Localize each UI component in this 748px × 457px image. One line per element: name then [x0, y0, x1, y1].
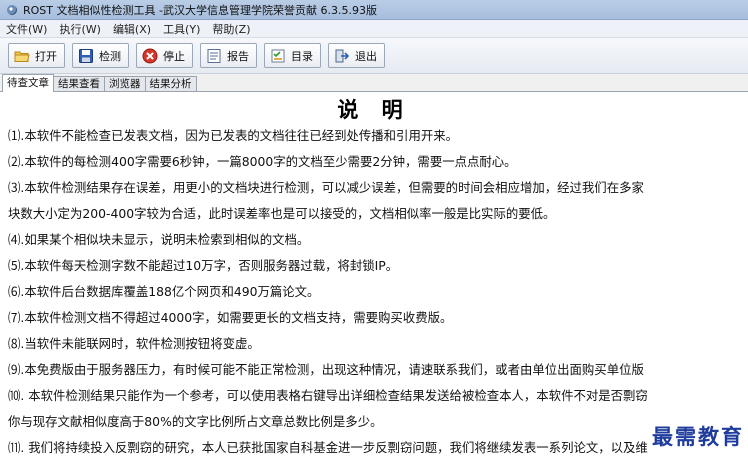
catalog-icon [270, 48, 286, 64]
menu-bar: 文件(W) 执行(W) 编辑(X) 工具(Y) 帮助(Z) [0, 20, 748, 38]
document-line: ⑶.本软件检测结果存在误差，用更小的文档块进行检测，可以减少误差，但需要的时间会… [8, 180, 644, 195]
document-line: 块数大小定为200-400字较为合适，此时误差率也是可以接受的，文档相似率一般是… [8, 206, 556, 221]
menu-file[interactable]: 文件(W) [6, 21, 47, 37]
stop-icon [142, 48, 158, 64]
window-title: ROST 文档相似性检测工具 -武汉大学信息管理学院荣誉贡献 6.3.5.93版 [23, 3, 377, 17]
watermark-logo: 最需教育 [650, 421, 746, 451]
document-line: ⑴.本软件不能检查已发表文档，因为已发表的文档往往已经到处传播和引用开来。 [8, 128, 459, 143]
document-title: 说 明 [337, 97, 411, 122]
exit-label: 退出 [355, 49, 377, 63]
report-label: 报告 [227, 49, 249, 63]
open-label: 打开 [35, 49, 57, 63]
document-line: ⑺.本软件检测文档不得超过4000字，如需要更长的文档支持，需要购买收费版。 [8, 310, 453, 325]
menu-execute[interactable]: 执行(W) [59, 21, 100, 37]
folder-icon [14, 48, 30, 64]
open-button[interactable]: 打开 [8, 43, 65, 68]
tab-browser[interactable]: 浏览器 [104, 76, 146, 91]
document-area[interactable]: 说 明 ⑴.本软件不能检查已发表文档，因为已发表的文档往往已经到处传播和引用开来… [0, 92, 748, 457]
app-icon [6, 4, 18, 16]
exit-button[interactable]: 退出 [328, 43, 385, 68]
tab-strip: 待查文章 结果查看 浏览器 结果分析 [0, 74, 748, 92]
document-line: ⑹.本软件后台数据库覆盖188亿个网页和490万篇论文。 [8, 284, 320, 299]
tab-result-analysis[interactable]: 结果分析 [144, 76, 197, 91]
check-button[interactable]: 检测 [72, 43, 129, 68]
tab-result-view[interactable]: 结果查看 [53, 76, 105, 91]
document-line: ⑷.如果某个相似块未显示，说明未检索到相似的文档。 [8, 232, 310, 247]
document-line: ⑸.本软件每天检测字数不能超过10万字，否则服务器过载，将封锁IP。 [8, 258, 399, 273]
exit-icon [334, 48, 350, 64]
document-line: 你与现存文献相似度高于80%的文字比例所占文章总数比例是多少。 [8, 414, 383, 429]
check-label: 检测 [99, 49, 121, 63]
menu-help[interactable]: 帮助(Z) [212, 21, 250, 37]
catalog-button[interactable]: 目录 [264, 43, 321, 68]
document-line: ⑼.本免费版由于服务器压力，有时候可能不能正常检测，出现这种情况，请速联系我们，… [8, 362, 644, 377]
report-button[interactable]: 报告 [200, 43, 257, 68]
document-line: ⑽. 本软件检测结果只能作为一个参考，可以使用表格右键导出详细检查结果发送给被检… [8, 388, 648, 403]
document-line: ⑻.当软件未能联网时，软件检测按钮将变虚。 [8, 336, 260, 351]
tab-pending-article[interactable]: 待查文章 [2, 74, 54, 92]
stop-button[interactable]: 停止 [136, 43, 193, 68]
menu-edit[interactable]: 编辑(X) [113, 21, 151, 37]
title-bar: ROST 文档相似性检测工具 -武汉大学信息管理学院荣誉贡献 6.3.5.93版 [0, 0, 748, 20]
report-icon [206, 48, 222, 64]
toolbar: 打开 检测 停止 报告 目录 退出 [0, 38, 748, 74]
stop-label: 停止 [163, 49, 185, 63]
catalog-label: 目录 [291, 49, 313, 63]
menu-tools[interactable]: 工具(Y) [163, 21, 200, 37]
document-line: ⑾. 我们将持续投入反剽窃的研究，本人已获批国家自科基金进一步反剽窃问题，我们将… [8, 440, 648, 455]
save-icon [78, 48, 94, 64]
document-line: ⑵.本软件的每检测400字需要6秒钟，一篇8000字的文档至少需要2分钟，需要一… [8, 154, 517, 169]
